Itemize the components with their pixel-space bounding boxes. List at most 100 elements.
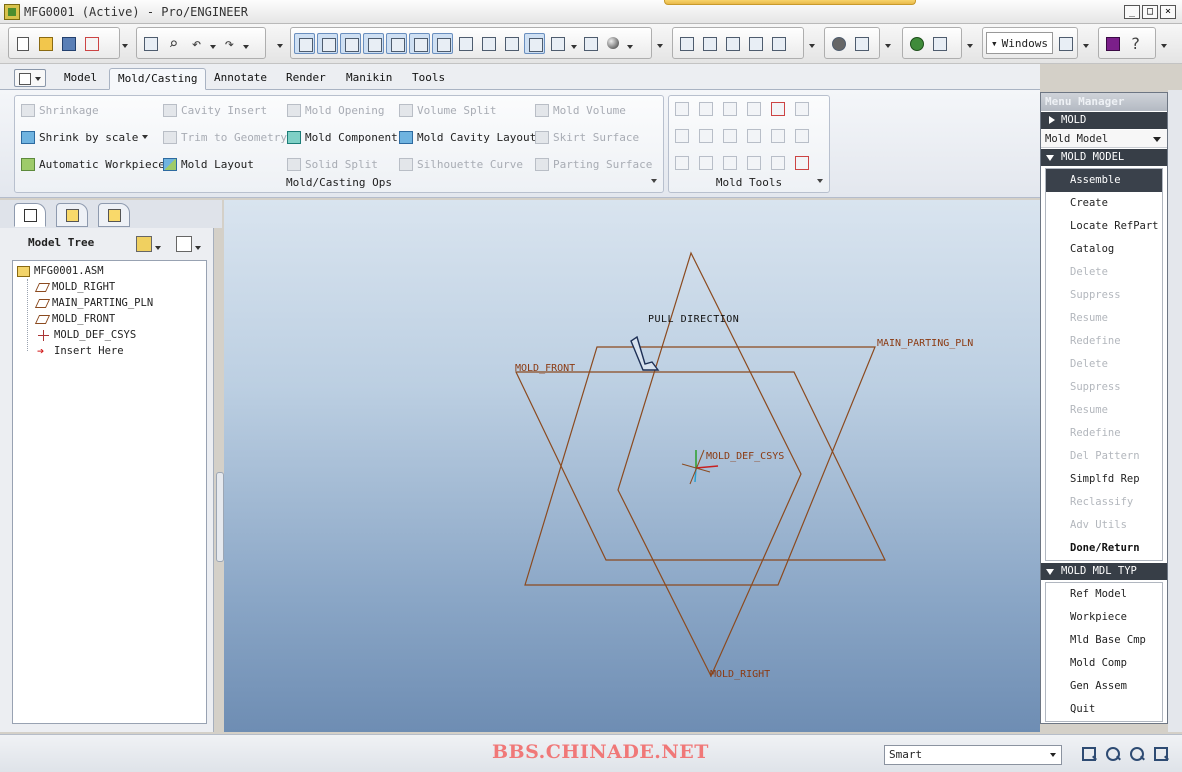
redo-dropdown[interactable] — [242, 33, 250, 53]
tool-icon[interactable] — [747, 156, 761, 170]
mold-volume-button[interactable]: Mold Volume — [535, 102, 626, 118]
file-toolbar-dropdown[interactable] — [121, 32, 129, 52]
menu-header-mold[interactable]: MOLD — [1041, 112, 1167, 129]
analysis-toolbar-dropdown[interactable] — [808, 32, 816, 52]
chevron-down-icon[interactable] — [817, 179, 823, 186]
no-hidden-icon[interactable] — [501, 33, 522, 54]
appearance-dropdown[interactable] — [626, 33, 634, 53]
help-toolbar-dropdown[interactable] — [1160, 32, 1168, 52]
menu-item-done-return[interactable]: Done/Return — [1046, 537, 1162, 560]
help-icon[interactable] — [1102, 33, 1123, 54]
zoom-window-icon[interactable] — [1080, 745, 1098, 763]
model-toolbar-dropdown[interactable] — [884, 32, 892, 52]
tree-list-icon[interactable] — [176, 236, 192, 252]
browser-icon[interactable] — [906, 33, 927, 54]
datum-display-icon[interactable] — [294, 32, 315, 54]
regenerate-icon[interactable] — [140, 33, 161, 54]
shading-icon[interactable] — [524, 32, 545, 54]
erase-icon[interactable] — [81, 33, 102, 54]
model-info-icon[interactable] — [929, 33, 950, 54]
trim-to-geometry-button[interactable]: Trim to Geometry — [163, 129, 287, 145]
spin-center-icon[interactable] — [432, 32, 453, 54]
menu-item-gen-assem[interactable]: Gen Assem — [1046, 675, 1162, 698]
tool-icon[interactable] — [723, 102, 737, 116]
hidden-line-icon[interactable] — [478, 33, 499, 54]
point-display-icon[interactable] — [363, 32, 384, 54]
ribbon-menu-button[interactable] — [14, 69, 46, 87]
close-icon[interactable]: × — [1160, 5, 1176, 19]
new-file-icon[interactable] — [12, 33, 33, 54]
mold-layout-button[interactable]: Mold Layout — [163, 156, 254, 172]
zoom-in-icon[interactable] — [1128, 745, 1146, 763]
tool-icon[interactable] — [675, 129, 689, 143]
tool-icon[interactable] — [675, 102, 689, 116]
activate-window-icon[interactable] — [1055, 33, 1074, 54]
tree-item-main-parting-pln[interactable]: MAIN_PARTING_PLN — [34, 295, 153, 311]
mold-component-button[interactable]: Mold Component — [287, 129, 398, 145]
mold-analysis-icon[interactable] — [699, 33, 720, 54]
draft-check-icon[interactable] — [722, 33, 743, 54]
shrink-by-scale-button[interactable]: Shrink by scale — [21, 129, 149, 145]
projected-area-icon[interactable] — [768, 33, 789, 54]
minimize-icon[interactable]: _ — [1124, 5, 1140, 19]
chevron-down-icon[interactable] — [194, 234, 202, 254]
tool-icon[interactable] — [795, 156, 809, 170]
cavity-insert-button[interactable]: Cavity Insert — [163, 102, 267, 118]
menu-item-ref-model[interactable]: Ref Model — [1046, 583, 1162, 606]
menu-item-workpiece[interactable]: Workpiece — [1046, 606, 1162, 629]
menu-item-simplfd-rep[interactable]: Simplfd Rep — [1046, 468, 1162, 491]
view-toolbar-dropdown[interactable] — [656, 32, 664, 52]
tree-item-mold-right[interactable]: MOLD_RIGHT — [34, 279, 115, 295]
saved-views-icon[interactable] — [547, 33, 568, 54]
solid-split-button[interactable]: Solid Split — [287, 156, 378, 172]
tab-tools[interactable]: Tools — [404, 68, 453, 90]
context-help-icon[interactable]: ? — [1125, 33, 1146, 54]
tool-icon[interactable] — [699, 102, 713, 116]
menu-header-mold-model[interactable]: MOLD MODEL — [1041, 149, 1167, 166]
menu-item-mld-base-cmp[interactable]: Mld Base Cmp — [1046, 629, 1162, 652]
undo-icon[interactable]: ↶ — [186, 33, 207, 54]
open-folder-icon[interactable] — [35, 33, 56, 54]
chevron-down-icon[interactable] — [651, 179, 657, 186]
parting-surface-button[interactable]: Parting Surface — [535, 156, 652, 172]
menu-item-catalog[interactable]: Catalog — [1046, 238, 1162, 261]
tree-root-item[interactable]: MFG0001.ASM — [17, 263, 104, 279]
tool-icon[interactable] — [723, 129, 737, 143]
tool-icon[interactable] — [795, 129, 809, 143]
tree-item-insert-here[interactable]: ➔ Insert Here — [37, 343, 124, 359]
favorites-tab[interactable] — [98, 203, 130, 227]
mold-cavity-layout-button[interactable]: Mold Cavity Layout — [399, 129, 536, 145]
graphics-window[interactable]: PULL DIRECTION MAIN_PARTING_PLN MOLD_FRO… — [224, 200, 1040, 732]
tool-icon[interactable] — [675, 156, 689, 170]
tool-icon[interactable] — [795, 102, 809, 116]
selection-filter[interactable]: Smart — [884, 745, 1062, 765]
windows-selector[interactable]: ▾ Windows — [986, 32, 1053, 54]
mold-model-select[interactable]: Mold Model — [1041, 130, 1167, 148]
csys-display-icon[interactable] — [386, 32, 407, 54]
tool-icon[interactable] — [747, 102, 761, 116]
tree-tools-icon[interactable] — [136, 236, 152, 252]
tab-mold-casting[interactable]: Mold/Casting — [109, 68, 207, 90]
menu-item-quit[interactable]: Quit — [1046, 698, 1162, 721]
saved-views-dropdown[interactable] — [570, 33, 578, 53]
folder-browser-tab[interactable] — [56, 203, 88, 227]
thickness-check-icon[interactable] — [745, 33, 766, 54]
volume-split-button[interactable]: Volume Split — [399, 102, 496, 118]
measure-icon[interactable] — [676, 33, 697, 54]
menu-item-locate-refpart[interactable]: Locate RefPart — [1046, 215, 1162, 238]
tab-render[interactable]: Render — [278, 68, 334, 90]
axis-display-icon[interactable] — [340, 32, 361, 54]
model-player-icon[interactable] — [828, 33, 849, 54]
automatic-workpiece-button[interactable]: Automatic Workpiece — [21, 156, 165, 172]
appearance-icon[interactable] — [603, 33, 624, 54]
redo-icon[interactable]: ↷ — [219, 33, 240, 54]
annotation-display-icon[interactable] — [409, 32, 430, 54]
menu-header-mold-mdl-typ[interactable]: MOLD MDL TYP — [1041, 563, 1167, 580]
undo-dropdown[interactable] — [209, 33, 217, 53]
tool-icon[interactable] — [771, 102, 785, 116]
window-toolbar-dropdown[interactable] — [1082, 32, 1090, 52]
menu-item-assemble[interactable]: Assemble — [1046, 169, 1162, 192]
chevron-down-icon[interactable] — [154, 234, 162, 254]
tool-icon[interactable] — [771, 129, 785, 143]
tree-item-mold-front[interactable]: MOLD_FRONT — [34, 311, 115, 327]
